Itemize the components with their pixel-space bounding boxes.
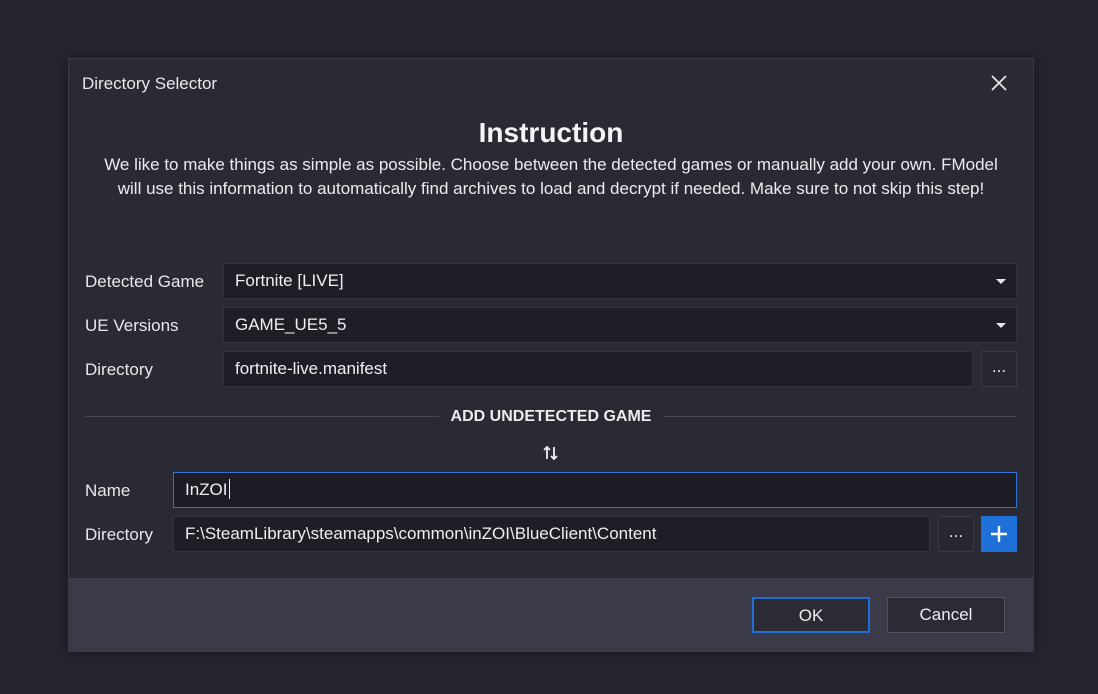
directory-value: fortnite-live.manifest bbox=[235, 359, 388, 378]
undetected-directory-input[interactable]: F:\SteamLibrary\steamapps\common\inZOI\B… bbox=[173, 516, 930, 552]
title-bar: Directory Selector bbox=[69, 59, 1033, 107]
undetected-directory-label: Directory bbox=[85, 525, 154, 544]
browse-undetected-directory-button[interactable]: ... bbox=[938, 516, 974, 552]
directory-label: Directory bbox=[85, 360, 154, 379]
close-icon[interactable] bbox=[987, 71, 1011, 95]
ok-button[interactable]: OK bbox=[752, 597, 870, 633]
name-label: Name bbox=[85, 481, 131, 500]
undetected-directory-value: F:\SteamLibrary\steamapps\common\inZOI\B… bbox=[185, 524, 657, 543]
name-value: InZOI bbox=[185, 480, 228, 499]
detected-game-label: Detected Game bbox=[85, 272, 205, 291]
add-game-button[interactable] bbox=[981, 516, 1017, 552]
ue-versions-select[interactable]: GAME_UE5_5 bbox=[223, 307, 1017, 343]
chevron-down-icon bbox=[996, 279, 1006, 284]
cancel-button[interactable]: Cancel bbox=[887, 597, 1005, 633]
detected-game-value: Fortnite [LIVE] bbox=[235, 271, 344, 290]
browse-directory-button[interactable]: ... bbox=[981, 351, 1017, 387]
directory-selector-dialog: Directory Selector Instruction We like t… bbox=[68, 58, 1034, 652]
name-input[interactable]: InZOI bbox=[173, 472, 1017, 508]
chevron-down-icon bbox=[996, 323, 1006, 328]
add-undetected-game-heading: ADD UNDETECTED GAME bbox=[450, 408, 652, 425]
ue-versions-value: GAME_UE5_5 bbox=[235, 315, 347, 334]
text-caret bbox=[228, 479, 230, 499]
directory-field[interactable]: fortnite-live.manifest bbox=[223, 351, 973, 387]
instruction-title: Instruction bbox=[478, 117, 624, 148]
plus-icon bbox=[991, 526, 1007, 542]
swap-arrows-icon[interactable] bbox=[541, 443, 561, 463]
dialog-title: Directory Selector bbox=[82, 74, 218, 93]
instruction-text: We like to make things as simple as poss… bbox=[104, 155, 998, 198]
separator-right bbox=[663, 416, 1017, 417]
ue-versions-label: UE Versions bbox=[85, 316, 179, 335]
separator-left bbox=[85, 416, 439, 417]
detected-game-select[interactable]: Fortnite [LIVE] bbox=[223, 263, 1017, 299]
